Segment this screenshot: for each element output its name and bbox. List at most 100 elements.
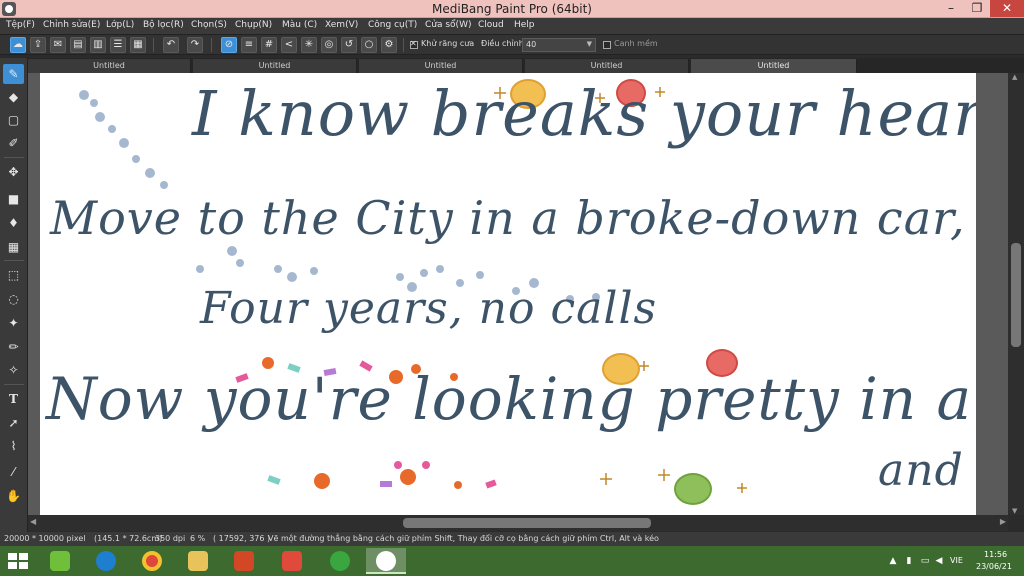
volume-icon[interactable]: ◀ bbox=[934, 556, 944, 566]
bucket-tool-icon[interactable]: ♦ bbox=[3, 213, 24, 233]
signal-icon[interactable]: ▮ bbox=[904, 556, 914, 566]
circle-snap-icon[interactable]: ◎ bbox=[321, 37, 337, 53]
horizontal-scroll-thumb[interactable] bbox=[403, 518, 651, 528]
radial-snap-icon[interactable]: ✳ bbox=[301, 37, 317, 53]
lasso-tool-icon[interactable]: ◌ bbox=[3, 289, 24, 309]
comment-icon[interactable]: ✉ bbox=[50, 37, 66, 53]
menu-color[interactable]: Màu (C) bbox=[282, 20, 317, 30]
magic-wand-tool-icon[interactable]: ✦ bbox=[3, 313, 24, 333]
antialias-checkbox[interactable] bbox=[410, 39, 418, 49]
window-title: MediBang Paint Pro (64bit) bbox=[432, 2, 592, 16]
menu-layer[interactable]: Lớp(L) bbox=[106, 20, 134, 30]
menu-file[interactable]: Tệp(F) bbox=[6, 20, 35, 30]
taskbar-explorer[interactable] bbox=[178, 548, 218, 574]
move-tool-icon[interactable]: ✥ bbox=[3, 162, 24, 182]
message-icon[interactable]: ▤ bbox=[70, 37, 86, 53]
maximize-button[interactable]: ❐ bbox=[964, 0, 990, 17]
menu-capture[interactable]: Chụp(N) bbox=[235, 20, 272, 30]
vertical-scroll-thumb[interactable] bbox=[1011, 243, 1021, 347]
scroll-down-icon[interactable]: ▼ bbox=[1012, 507, 1017, 515]
medibang-window: MediBang Paint Pro (64bit) – ❐ ✕ Tệp(F) … bbox=[0, 0, 1024, 576]
fill-rect-tool-icon[interactable]: ■ bbox=[3, 189, 24, 209]
cloud-icon[interactable]: ☁ bbox=[10, 37, 26, 53]
clock-time[interactable]: 11:56 bbox=[984, 550, 1007, 559]
lyric-line-5: and ... bbox=[878, 445, 976, 496]
eyedropper-tool-icon[interactable]: ⁄ bbox=[3, 462, 24, 482]
taskbar-medibang[interactable] bbox=[366, 548, 406, 574]
select-eraser-tool-icon[interactable]: ✧ bbox=[3, 360, 24, 380]
vanishing-snap-icon[interactable]: < bbox=[281, 37, 297, 53]
ring-icon[interactable]: ○ bbox=[361, 37, 377, 53]
taskbar-ie[interactable] bbox=[86, 548, 126, 574]
clock-date[interactable]: 23/06/21 bbox=[976, 562, 1012, 571]
taskbar-chrome[interactable] bbox=[132, 548, 172, 574]
palette-divider bbox=[4, 260, 24, 261]
canh-mem-label: Canh mềm bbox=[614, 39, 658, 48]
menu-filter[interactable]: Bộ lọc(R) bbox=[143, 20, 184, 30]
language-indicator[interactable]: VIE bbox=[950, 556, 963, 565]
menu-bar: Tệp(F) Chỉnh sửa(E) Lớp(L) Bộ lọc(R) Chọ… bbox=[0, 18, 1024, 34]
undo-icon[interactable]: ↶ bbox=[163, 37, 179, 53]
canvas-area[interactable]: I know breaks your heart Move to the Cit… bbox=[28, 73, 1008, 515]
grid-icon[interactable]: ▦ bbox=[130, 37, 146, 53]
brush-tool-icon[interactable]: ✎ bbox=[3, 64, 24, 84]
hand-tool-icon[interactable]: ✋ bbox=[3, 486, 24, 506]
vertical-scrollbar[interactable]: ▲ ▼ bbox=[1008, 73, 1024, 515]
taskbar-bluestacks[interactable] bbox=[40, 548, 80, 574]
toolbar-divider bbox=[403, 38, 404, 52]
adjust-select[interactable]: 40 ▼ bbox=[522, 38, 596, 52]
parallel-snap-icon[interactable]: ≡ bbox=[241, 37, 257, 53]
document-tab-bar: Untitled Untitled Untitled Untitled Unti… bbox=[28, 58, 1024, 73]
share-icon[interactable]: ⇪ bbox=[30, 37, 46, 53]
tab-untitled-4[interactable]: Untitled bbox=[525, 59, 689, 73]
zoom-level: 6 % bbox=[190, 534, 206, 543]
rectangle-tool-icon[interactable]: ▢ bbox=[3, 110, 24, 130]
scroll-left-icon[interactable]: ◀ bbox=[30, 517, 36, 526]
menu-cloud[interactable]: Cloud bbox=[478, 20, 504, 30]
bluestacks-icon bbox=[50, 551, 70, 571]
show-hidden-icons-icon[interactable]: ▲ bbox=[888, 556, 898, 566]
settings-icon[interactable]: ⚙ bbox=[381, 37, 397, 53]
menu-window[interactable]: Cửa sổ(W) bbox=[425, 20, 471, 30]
menu-edit[interactable]: Chỉnh sửa(E) bbox=[43, 20, 100, 30]
taskbar-app2[interactable] bbox=[320, 548, 360, 574]
snap-off-icon[interactable]: ⊘ bbox=[221, 37, 237, 53]
antialias-label: Khử răng cưa bbox=[421, 39, 475, 48]
operation-tool-icon[interactable]: ➚ bbox=[3, 413, 24, 433]
minimize-button[interactable]: – bbox=[938, 0, 964, 17]
menu-help[interactable]: Help bbox=[514, 20, 535, 30]
menu-select[interactable]: Chọn(S) bbox=[191, 20, 227, 30]
close-button[interactable]: ✕ bbox=[990, 0, 1024, 17]
canh-mem-checkbox[interactable] bbox=[603, 41, 611, 49]
redo-icon[interactable]: ↷ bbox=[187, 37, 203, 53]
tab-untitled-1[interactable]: Untitled bbox=[28, 59, 191, 73]
menu-view[interactable]: Xem(V) bbox=[325, 20, 358, 30]
green-app-icon bbox=[330, 551, 350, 571]
horizontal-scrollbar[interactable]: ◀ ▶ bbox=[28, 515, 1008, 531]
text-tool-icon[interactable]: T bbox=[3, 389, 24, 409]
tab-untitled-3[interactable]: Untitled bbox=[359, 59, 523, 73]
windows-start-icon[interactable] bbox=[8, 553, 28, 569]
tab-untitled-2[interactable]: Untitled bbox=[193, 59, 357, 73]
status-bar: 20000 * 10000 pixel (145.1 * 72.6cm) 350… bbox=[0, 532, 1024, 546]
dot-tool-icon[interactable]: ✐ bbox=[3, 133, 24, 153]
page-icon[interactable]: ▥ bbox=[90, 37, 106, 53]
cross-snap-icon[interactable]: # bbox=[261, 37, 277, 53]
taskbar-app[interactable] bbox=[272, 548, 312, 574]
battery-icon[interactable]: ▭ bbox=[920, 556, 930, 566]
list-icon[interactable]: ☰ bbox=[110, 37, 126, 53]
curve-snap-icon[interactable]: ↺ bbox=[341, 37, 357, 53]
tab-untitled-5[interactable]: Untitled bbox=[691, 59, 857, 73]
gradient-tool-icon[interactable]: ▦ bbox=[3, 237, 24, 257]
scroll-up-icon[interactable]: ▲ bbox=[1012, 73, 1017, 81]
scroll-right-icon[interactable]: ▶ bbox=[1000, 517, 1006, 526]
eraser-tool-icon[interactable]: ◆ bbox=[3, 87, 24, 107]
lyric-line-2: Move to the City in a broke-down car, an… bbox=[50, 191, 976, 245]
select-pen-tool-icon[interactable]: ✏ bbox=[3, 337, 24, 357]
menu-tools[interactable]: Công cụ(T) bbox=[368, 20, 417, 30]
taskbar-powerpoint[interactable] bbox=[224, 548, 264, 574]
palette-divider bbox=[4, 157, 24, 158]
blur-tool-icon[interactable]: ⌇ bbox=[3, 436, 24, 456]
drawing-canvas[interactable]: I know breaks your heart Move to the Cit… bbox=[40, 73, 976, 515]
select-rect-tool-icon[interactable]: ⬚ bbox=[3, 265, 24, 285]
